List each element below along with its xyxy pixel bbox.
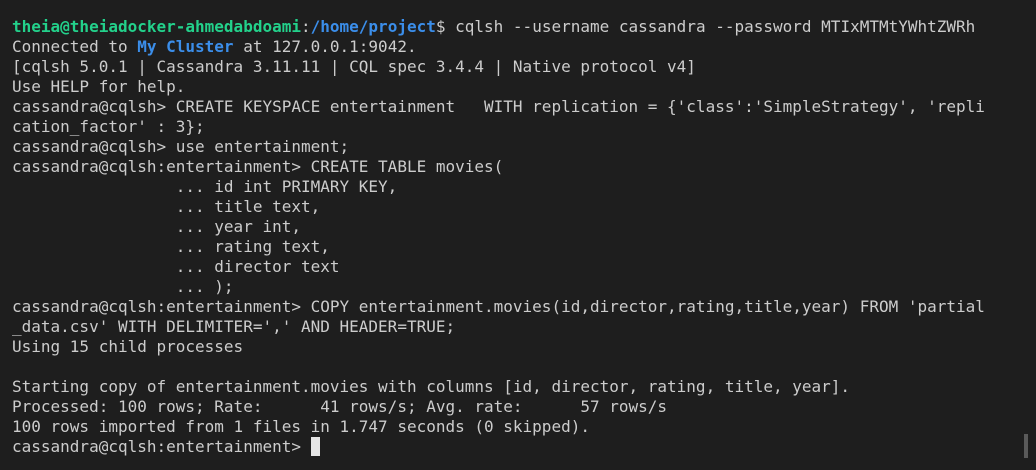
terminal-line-copy-wrap: _data.csv' WITH DELIMITER=',' AND HEADER… [12, 317, 456, 336]
terminal-line-create-keyspace: cassandra@cqlsh> CREATE KEYSPACE enterta… [12, 97, 985, 116]
terminal-line-create-keyspace-wrap: cation_factor' : 3}; [12, 117, 205, 136]
terminal-line-final-prompt[interactable]: cassandra@cqlsh:entertainment> [12, 437, 1036, 457]
terminal-line-column-title: ... title text, [12, 197, 321, 216]
prompt-command: $ cqlsh --username cassandra --password … [435, 17, 976, 36]
terminal-line-create-table: cassandra@cqlsh:entertainment> CREATE TA… [12, 157, 504, 176]
terminal-line-child-processes: Using 15 child processes [12, 337, 244, 356]
terminal-line-login-command: theia@theiadocker-ahmedabdoami:/home/pro… [12, 17, 1036, 37]
prompt-path: /home/project [310, 17, 436, 36]
final-prompt: cassandra@cqlsh:entertainment> [12, 437, 311, 456]
terminal-line-imported: 100 rows imported from 1 files in 1.747 … [12, 417, 590, 436]
terminal-line-help: Use HELP for help. [12, 77, 186, 96]
terminal-line-close-paren: ... ); [12, 277, 234, 296]
prompt-separator: : [300, 17, 311, 36]
prompt-user-host: theia@theiadocker-ahmedabdoami [12, 17, 301, 36]
terminal-line-version: [cqlsh 5.0.1 | Cassandra 3.11.11 | CQL s… [12, 57, 696, 76]
terminal-line-starting-copy: Starting copy of entertainment.movies wi… [12, 377, 851, 396]
terminal-line-column-rating: ... rating text, [12, 237, 330, 256]
terminal-line-copy: cassandra@cqlsh:entertainment> COPY ente… [12, 297, 985, 316]
terminal-cursor [310, 437, 320, 456]
scrollbar-thumb[interactable] [1024, 434, 1028, 458]
terminal-line-connected: Connected to My Cluster at 127.0.0.1:904… [12, 37, 1036, 57]
terminal-line-column-year: ... year int, [12, 217, 301, 236]
terminal-window[interactable]: theia@theiadocker-ahmedabdoami:/home/pro… [0, 0, 1036, 470]
terminal-line-processed: Processed: 100 rows; Rate: 41 rows/s; Av… [12, 397, 668, 416]
terminal-line-use: cassandra@cqlsh> use entertainment; [12, 137, 350, 156]
terminal-line-column-id: ... id int PRIMARY KEY, [12, 177, 398, 196]
connected-suffix: at 127.0.0.1:9042. [233, 37, 417, 56]
cluster-name: My Cluster [137, 37, 234, 56]
connected-prefix: Connected to [12, 37, 138, 56]
terminal-line-column-director: ... director text [12, 257, 340, 276]
